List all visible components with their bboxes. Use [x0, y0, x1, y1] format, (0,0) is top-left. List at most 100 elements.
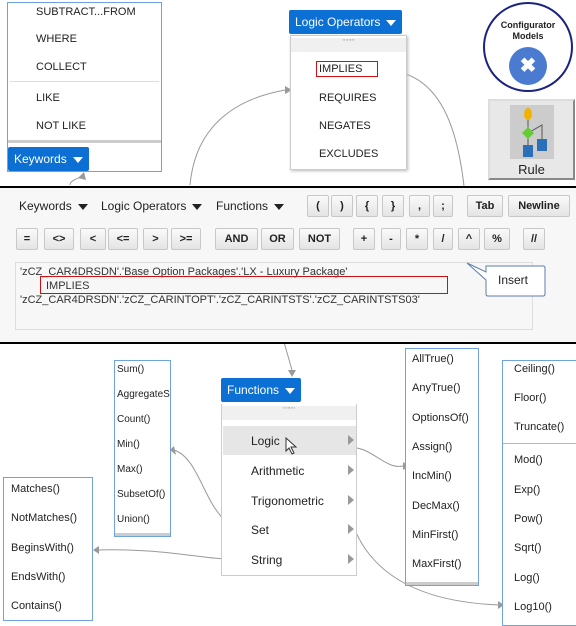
string-functions-menu: Matches() NotMatches() BeginsWith() Ends… [3, 477, 93, 621]
caret-down-icon [386, 19, 397, 26]
divide-button[interactable]: / [433, 228, 453, 250]
menu-item-union[interactable]: Union() [117, 514, 150, 525]
menu-item-min[interactable]: Min() [117, 439, 140, 450]
close-brace-button[interactable]: } [382, 195, 404, 217]
multiply-button[interactable]: * [406, 228, 428, 250]
less-equal-button[interactable]: <= [108, 228, 138, 250]
menu-item-collect[interactable]: COLLECT [36, 61, 87, 73]
cursor-icon [285, 437, 298, 455]
equals-button[interactable]: = [16, 228, 38, 250]
greater-than-button[interactable]: > [143, 228, 168, 250]
logic-functions-menu: AllTrue() AnyTrue() OptionsOf() Assign()… [405, 348, 479, 586]
divider [8, 140, 161, 143]
menu-item-truncate[interactable]: Truncate() [514, 421, 564, 433]
divider [406, 582, 478, 585]
menu-item-alltrue[interactable]: AllTrue() [412, 353, 454, 365]
menu-item-logic[interactable]: Logic [251, 434, 280, 448]
not-button[interactable]: NOT [299, 228, 340, 250]
submenu-arrow-icon [348, 495, 354, 505]
greater-equal-button[interactable]: >= [171, 228, 201, 250]
divider [10, 81, 159, 82]
divider [115, 533, 170, 536]
menu-item-matches[interactable]: Matches() [11, 483, 60, 495]
insert-callout-label: Insert [498, 273, 529, 287]
menu-item-subsetof[interactable]: SubsetOf() [117, 489, 165, 500]
or-button[interactable]: OR [261, 228, 294, 250]
percent-button[interactable]: % [484, 228, 510, 250]
menu-item-endswith[interactable]: EndsWith() [11, 571, 65, 583]
menu-item-excludes[interactable]: EXCLUDES [319, 148, 378, 160]
rule-text-editor[interactable]: 'zCZ_CAR4DRSDN'.'Base Option Packages'.'… [15, 262, 533, 330]
logic-operators-menu: '''''''' IMPLIES REQUIRES NEGATES EXCLUD… [290, 35, 407, 170]
open-brace-button[interactable]: { [356, 195, 378, 217]
tools-icon: ✖ [509, 47, 547, 85]
open-paren-button[interactable]: ( [307, 195, 329, 217]
caret-down-icon [72, 156, 83, 163]
menu-item-count[interactable]: Count() [117, 414, 150, 425]
comma-button[interactable]: , [409, 195, 430, 217]
grip-handle[interactable]: '''''''' [291, 38, 406, 52]
menu-item-log10[interactable]: Log10() [514, 601, 552, 613]
menu-item-requires[interactable]: REQUIRES [319, 92, 376, 104]
menu-item-sqrt[interactable]: Sqrt() [514, 542, 542, 554]
not-equals-button[interactable]: <> [44, 228, 74, 250]
rule-flow-icon [509, 105, 554, 159]
keywords-dropdown[interactable]: Keywords [19, 199, 88, 213]
configurator-models-tile[interactable]: Configurator Models ✖ [483, 2, 573, 92]
menu-item-optionsof[interactable]: OptionsOf() [412, 412, 469, 424]
submenu-arrow-icon [348, 524, 354, 534]
menu-item-exp[interactable]: Exp() [514, 484, 540, 496]
plus-button[interactable]: + [353, 228, 375, 250]
keywords-menu: SUBTRACT...FROM WHERE COLLECT LIKE NOT L… [7, 2, 162, 172]
minus-button[interactable]: - [381, 228, 401, 250]
logic-operators-dropdown[interactable]: Logic Operators [101, 199, 203, 213]
menu-item-decmax[interactable]: DecMax() [412, 500, 460, 512]
menu-item-contains[interactable]: Contains() [11, 600, 62, 612]
keywords-button[interactable]: Keywords [8, 147, 89, 171]
functions-dropdown[interactable]: Functions [216, 199, 285, 213]
and-button[interactable]: AND [215, 228, 258, 250]
menu-item-max[interactable]: Max() [117, 464, 143, 475]
less-than-button[interactable]: < [80, 228, 106, 250]
logic-operators-label: Logic Operators [295, 15, 381, 29]
menu-item-trigonometric[interactable]: Trigonometric [251, 494, 324, 508]
menu-item-log[interactable]: Log() [514, 572, 540, 584]
power-button[interactable]: ^ [458, 228, 480, 250]
tab-button[interactable]: Tab [467, 195, 503, 217]
menu-item-implies[interactable]: IMPLIES [316, 61, 378, 77]
menu-item-not-like[interactable]: NOT LIKE [36, 120, 86, 132]
menu-item-negates[interactable]: NEGATES [319, 120, 371, 132]
functions-button[interactable]: Functions [221, 378, 302, 402]
comment-button[interactable]: // [523, 228, 545, 250]
menu-item-arithmetic[interactable]: Arithmetic [251, 464, 304, 478]
menu-item-string[interactable]: String [251, 553, 282, 567]
menu-item-pow[interactable]: Pow() [514, 513, 543, 525]
submenu-arrow-icon [348, 554, 354, 564]
menu-item-maxfirst[interactable]: MaxFirst() [412, 558, 462, 570]
grip-handle[interactable]: '''''''' [222, 406, 356, 420]
semicolon-button[interactable]: ; [433, 195, 453, 217]
logic-operators-button[interactable]: Logic Operators [289, 10, 403, 34]
close-paren-button[interactable]: ) [331, 195, 353, 217]
editor-line: 'zCZ_CAR4DRSDN'.'zCZ_CARINTOPT'.'zCZ_CAR… [20, 294, 420, 306]
keywords-label: Keywords [14, 152, 67, 166]
menu-item-mod[interactable]: Mod() [514, 454, 543, 466]
menu-item-set[interactable]: Set [251, 523, 269, 537]
menu-item-sum[interactable]: Sum() [117, 364, 144, 375]
functions-label: Functions [227, 383, 280, 397]
menu-item-notmatches[interactable]: NotMatches() [11, 512, 77, 524]
menu-item-incmin[interactable]: IncMin() [412, 470, 452, 482]
menu-item-assign[interactable]: Assign() [412, 441, 452, 453]
menu-item-floor[interactable]: Floor() [514, 392, 546, 404]
submenu-arrow-icon [348, 435, 354, 445]
menu-item-where[interactable]: WHERE [36, 33, 77, 45]
newline-button[interactable]: Newline [508, 195, 570, 217]
menu-item-subtract-from[interactable]: SUBTRACT...FROM [36, 6, 136, 18]
rule-button[interactable]: Rule [488, 99, 575, 180]
menu-item-beginswith[interactable]: BeginsWith() [11, 542, 74, 554]
menu-item-like[interactable]: LIKE [36, 92, 60, 104]
menu-item-anytrue[interactable]: AnyTrue() [412, 382, 461, 394]
menu-item-aggregate[interactable]: AggregateS [117, 389, 170, 400]
menu-item-ceiling[interactable]: Ceiling() [514, 363, 555, 375]
menu-item-minfirst[interactable]: MinFirst() [412, 529, 458, 541]
